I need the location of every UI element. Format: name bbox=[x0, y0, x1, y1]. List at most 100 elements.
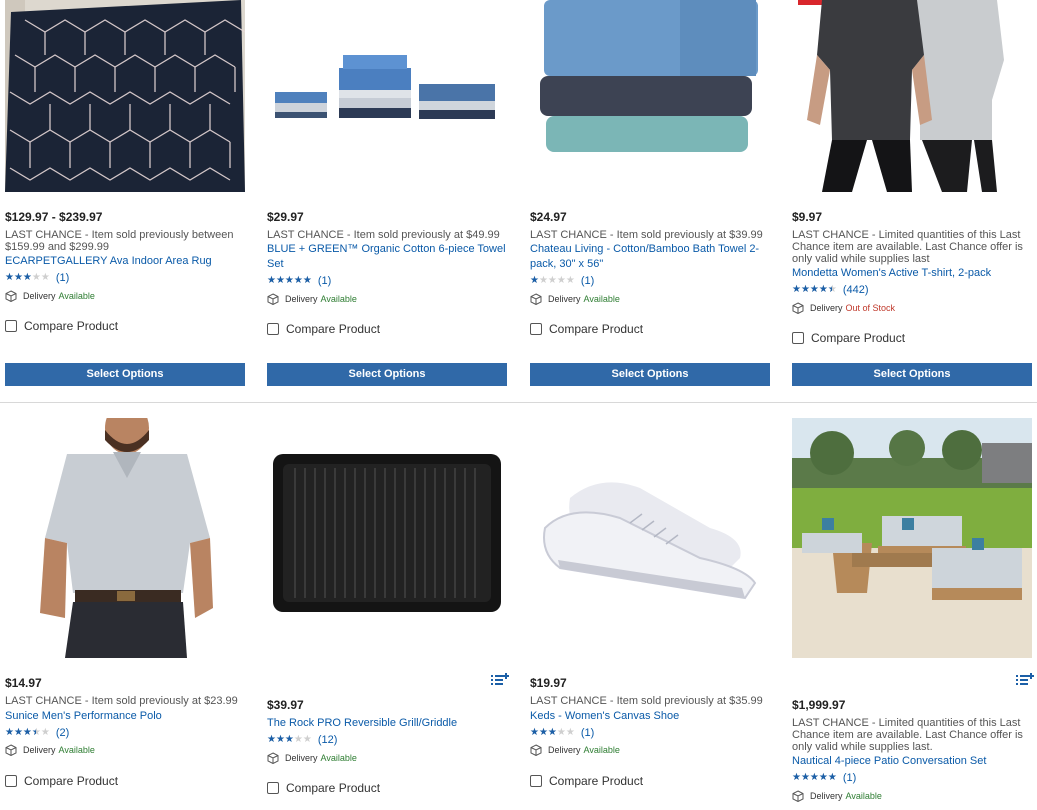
review-count[interactable]: (1) bbox=[318, 275, 331, 287]
star-icon: ★★★★★★★★★★ bbox=[5, 727, 50, 738]
delivery-status: Delivery Available bbox=[267, 752, 507, 764]
product-image[interactable] bbox=[267, 0, 507, 192]
review-count[interactable]: (2) bbox=[56, 727, 69, 739]
box-icon bbox=[792, 302, 804, 314]
review-count[interactable]: (1) bbox=[581, 727, 594, 739]
product-price: $129.97 - $239.97 bbox=[5, 210, 103, 224]
star-icon: ★★★★★★★★★★ bbox=[530, 727, 575, 738]
compare-label: Compare Product bbox=[811, 331, 906, 345]
select-options-button[interactable]: Select Options bbox=[792, 363, 1032, 386]
compare-product[interactable]: Compare Product bbox=[267, 322, 507, 336]
delivery-status: Delivery Available bbox=[530, 744, 770, 756]
compare-checkbox[interactable] bbox=[267, 323, 279, 335]
product-title-link[interactable]: ECARPETGALLERY Ava Indoor Area Rug bbox=[5, 254, 245, 269]
compare-checkbox[interactable] bbox=[792, 332, 804, 344]
last-chance-note: LAST CHANCE - Item sold previously betwe… bbox=[5, 229, 234, 253]
product-price: $29.97 bbox=[267, 210, 304, 224]
product-image[interactable] bbox=[5, 418, 245, 658]
availability: Out of Stock bbox=[845, 303, 896, 313]
last-chance-note: LAST CHANCE - Item sold previously at $3… bbox=[530, 229, 763, 241]
product-price: $1,999.97 bbox=[792, 698, 846, 712]
review-count[interactable]: (1) bbox=[843, 772, 856, 784]
compare-product[interactable]: Compare Product bbox=[5, 319, 245, 333]
review-count[interactable]: (1) bbox=[56, 272, 69, 284]
select-options-button[interactable]: Select Options bbox=[530, 363, 770, 386]
product-title-link[interactable]: Nautical 4-piece Patio Conversation Set bbox=[792, 754, 1032, 769]
delivery-label: Delivery bbox=[548, 294, 581, 304]
product-title-link[interactable]: Chateau Living - Cotton/Bamboo Bath Towe… bbox=[530, 242, 770, 272]
select-options-button[interactable]: Select Options bbox=[267, 363, 507, 386]
delivery-label: Delivery bbox=[810, 303, 843, 313]
product-image[interactable] bbox=[530, 0, 770, 192]
delivery-status: Delivery Out of Stock bbox=[792, 302, 1032, 314]
box-icon bbox=[5, 290, 17, 302]
product-image[interactable] bbox=[792, 418, 1032, 658]
compare-product[interactable]: Compare Product bbox=[792, 331, 1032, 345]
product-rating[interactable]: ★★★★★★★★★★ (1) bbox=[792, 772, 1032, 784]
product-price: $19.97 bbox=[530, 676, 567, 690]
last-chance-note: LAST CHANCE - Item sold previously at $2… bbox=[5, 695, 238, 707]
box-icon bbox=[792, 790, 804, 802]
delivery-label: Delivery bbox=[548, 745, 581, 755]
compare-product[interactable]: Compare Product bbox=[5, 774, 245, 788]
product-price: $14.97 bbox=[5, 676, 42, 690]
star-icon: ★★★★★★★★★★ bbox=[267, 734, 312, 745]
availability: Available bbox=[583, 745, 620, 755]
availability: Available bbox=[845, 791, 882, 801]
compare-product[interactable]: Compare Product bbox=[530, 322, 770, 336]
product-rating[interactable]: ★★★★★★★★★★ (1) bbox=[267, 275, 507, 287]
product-image[interactable] bbox=[267, 418, 507, 658]
product-title-link[interactable]: Mondetta Women's Active T-shirt, 2-pack bbox=[792, 266, 1032, 281]
compare-label: Compare Product bbox=[286, 322, 381, 336]
availability: Available bbox=[58, 291, 95, 301]
compare-checkbox[interactable] bbox=[5, 775, 17, 787]
product-rating[interactable]: ★★★★★★★★★★ (1) bbox=[530, 727, 770, 739]
delivery-status: Delivery Available bbox=[792, 790, 1032, 802]
product-title-link[interactable]: Sunice Men's Performance Polo bbox=[5, 709, 245, 724]
product-rating[interactable]: ★★★★★★★★★★ (12) bbox=[267, 734, 507, 746]
box-icon bbox=[530, 293, 542, 305]
box-icon bbox=[530, 744, 542, 756]
availability: Available bbox=[320, 294, 357, 304]
add-to-list-icon[interactable] bbox=[1016, 673, 1034, 687]
compare-checkbox[interactable] bbox=[530, 323, 542, 335]
product-image[interactable] bbox=[792, 0, 1032, 192]
star-icon: ★★★★★★★★★★ bbox=[5, 272, 50, 283]
last-chance-note: LAST CHANCE - Item sold previously at $3… bbox=[530, 695, 763, 707]
product-rating[interactable]: ★★★★★★★★★★ (1) bbox=[530, 275, 770, 287]
compare-label: Compare Product bbox=[24, 319, 119, 333]
compare-checkbox[interactable] bbox=[530, 775, 542, 787]
star-icon: ★★★★★★★★★★ bbox=[792, 772, 837, 783]
delivery-label: Delivery bbox=[810, 791, 843, 801]
last-chance-note: LAST CHANCE - Limited quantities of this… bbox=[792, 717, 1023, 753]
compare-label: Compare Product bbox=[549, 322, 644, 336]
product-title-link[interactable]: BLUE + GREEN™ Organic Cotton 6-piece Tow… bbox=[267, 242, 507, 272]
compare-checkbox[interactable] bbox=[267, 782, 279, 794]
product-price: $39.97 bbox=[267, 698, 304, 712]
review-count[interactable]: (442) bbox=[843, 284, 869, 296]
product-price: $24.97 bbox=[530, 210, 567, 224]
review-count[interactable]: (1) bbox=[581, 275, 594, 287]
compare-product[interactable]: Compare Product bbox=[530, 774, 770, 788]
product-title-link[interactable]: The Rock PRO Reversible Grill/Griddle bbox=[267, 716, 507, 731]
availability: Available bbox=[58, 745, 95, 755]
review-count[interactable]: (12) bbox=[318, 734, 338, 746]
product-rating[interactable]: ★★★★★★★★★★ (1) bbox=[5, 272, 245, 284]
compare-product[interactable]: Compare Product bbox=[267, 781, 507, 795]
compare-checkbox[interactable] bbox=[5, 320, 17, 332]
box-icon bbox=[267, 293, 279, 305]
product-image[interactable] bbox=[5, 0, 245, 192]
delivery-label: Delivery bbox=[285, 294, 318, 304]
last-chance-note: LAST CHANCE - Item sold previously at $4… bbox=[267, 229, 500, 241]
product-image[interactable] bbox=[530, 418, 770, 658]
delivery-label: Delivery bbox=[23, 745, 56, 755]
select-options-button[interactable]: Select Options bbox=[5, 363, 245, 386]
product-rating[interactable]: ★★★★★★★★★★ (442) bbox=[792, 284, 1032, 296]
box-icon bbox=[267, 752, 279, 764]
delivery-status: Delivery Available bbox=[267, 293, 507, 305]
add-to-list-icon[interactable] bbox=[491, 673, 509, 687]
delivery-status: Delivery Available bbox=[530, 293, 770, 305]
compare-label: Compare Product bbox=[24, 774, 119, 788]
product-rating[interactable]: ★★★★★★★★★★ (2) bbox=[5, 727, 245, 739]
product-title-link[interactable]: Keds - Women's Canvas Shoe bbox=[530, 709, 770, 724]
